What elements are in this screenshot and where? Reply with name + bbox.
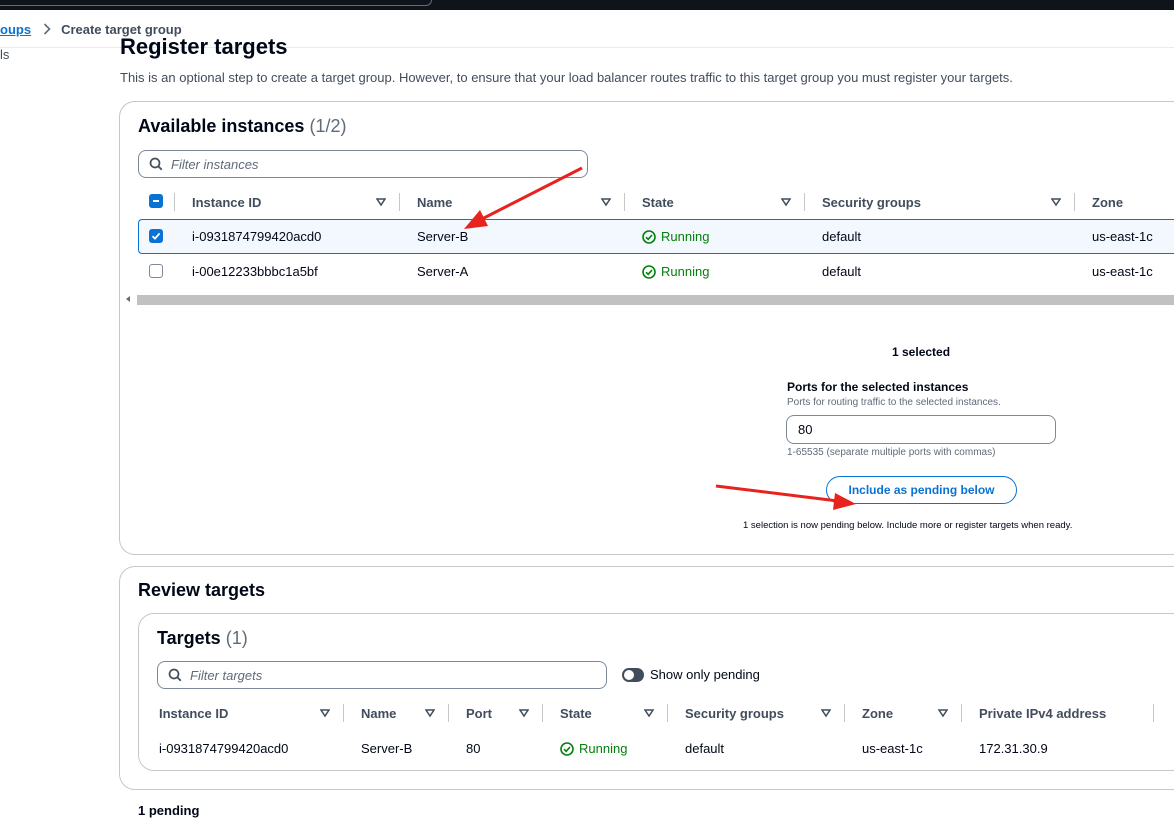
cell-security-group: default (822, 264, 862, 279)
sort-caret-icon[interactable] (519, 708, 529, 718)
scroll-left-arrow-icon[interactable] (126, 296, 130, 302)
page-title: Register targets (120, 38, 288, 64)
cell-zone: us-east-1c (1092, 229, 1153, 244)
column-separator (667, 704, 668, 722)
status-check-icon (560, 741, 574, 756)
breadcrumb-current: Create target group (61, 21, 182, 37)
cell-zone: us-east-1c (862, 741, 923, 756)
show-only-pending-label: Show only pending (650, 667, 760, 682)
col-header-name[interactable]: Name (361, 706, 396, 721)
row-checkbox-server-b[interactable] (149, 229, 163, 243)
select-all-checkbox[interactable] (149, 194, 163, 208)
status-running: Running (642, 229, 709, 244)
ports-input[interactable] (786, 415, 1056, 444)
col-header-state[interactable]: State (642, 195, 674, 210)
cell-name: Server-B (361, 741, 413, 756)
ports-description: Ports for routing traffic to the selecte… (787, 397, 1001, 408)
sort-caret-icon[interactable] (376, 197, 386, 207)
status-check-icon (642, 229, 656, 244)
page-description: This is an optional step to create a tar… (120, 70, 1013, 85)
col-header-name[interactable]: Name (417, 195, 452, 210)
sort-caret-icon[interactable] (781, 197, 791, 207)
available-instances-heading: Available instances (1/2) (138, 116, 346, 137)
column-separator (1074, 193, 1075, 211)
sort-caret-icon[interactable] (1051, 197, 1061, 207)
col-header-port[interactable]: Port (466, 706, 492, 721)
selected-count: 1 selected (892, 345, 951, 359)
column-separator (174, 193, 175, 211)
targets-count: (1) (225, 628, 248, 648)
sort-caret-icon[interactable] (425, 708, 435, 718)
targets-title: Targets (157, 628, 221, 648)
cell-instance-id: i-0931874799420acd0 (192, 229, 322, 244)
cell-security-group: default (685, 741, 725, 756)
ports-label: Ports for the selected instances (787, 380, 969, 394)
available-instances-count: (1/2) (309, 116, 347, 136)
column-separator (844, 704, 845, 722)
column-separator (804, 193, 805, 211)
pending-count: 1 pending (138, 803, 200, 818)
toggle-knob (624, 670, 634, 680)
filter-targets-search[interactable] (157, 661, 607, 689)
page-title-text: Register targets (120, 38, 288, 59)
show-only-pending-toggle[interactable] (622, 668, 644, 682)
filter-targets-input[interactable] (190, 667, 541, 683)
available-instances-title: Available instances (138, 116, 305, 136)
column-separator (961, 704, 962, 722)
pending-note: 1 selection is now pending below. Includ… (743, 520, 1073, 531)
filter-instances-search[interactable] (138, 150, 588, 178)
sort-caret-icon[interactable] (601, 197, 611, 207)
top-nav-bar (0, 0, 1174, 10)
ports-hint: 1-65535 (separate multiple ports with co… (787, 447, 996, 458)
chevron-right-icon (43, 23, 51, 35)
include-as-pending-button[interactable]: Include as pending below (826, 476, 1017, 504)
col-header-zone[interactable]: Zone (1092, 195, 1123, 210)
column-separator (448, 704, 449, 722)
breadcrumb: oups Create target group (0, 19, 182, 39)
col-header-state[interactable]: State (560, 706, 592, 721)
cell-private-ipv4: 172.31.30.9 (979, 741, 1048, 756)
col-header-private-ipv4[interactable]: Private IPv4 address (979, 706, 1106, 721)
sort-caret-icon[interactable] (938, 708, 948, 718)
cell-name: Server-B (417, 229, 469, 244)
breadcrumb-target-groups-link[interactable]: oups (0, 22, 31, 37)
status-label: Running (661, 229, 710, 244)
status-running: Running (560, 741, 627, 756)
column-separator (624, 193, 625, 211)
sort-caret-icon[interactable] (320, 708, 330, 718)
cell-port: 80 (466, 741, 481, 756)
search-icon (149, 157, 163, 171)
status-running: Running (642, 264, 709, 279)
col-header-security-groups[interactable]: Security groups (822, 195, 921, 210)
top-nav-search-edge (0, 0, 432, 6)
column-separator (343, 704, 344, 722)
cell-name: Server-A (417, 264, 469, 279)
cell-instance-id: i-0931874799420acd0 (159, 741, 289, 756)
search-icon (168, 668, 182, 682)
col-header-security-groups[interactable]: Security groups (685, 706, 784, 721)
column-separator (1153, 704, 1154, 722)
targets-heading: Targets (1) (157, 628, 248, 649)
column-separator (399, 193, 400, 211)
side-nav-fragment[interactable]: ls (0, 47, 9, 62)
sort-caret-icon[interactable] (644, 708, 654, 718)
column-separator (542, 704, 543, 722)
status-check-icon (642, 264, 656, 279)
row-checkbox-server-a[interactable] (149, 264, 163, 278)
filter-instances-input[interactable] (171, 156, 522, 172)
review-targets-heading: Review targets (138, 580, 266, 600)
cell-zone: us-east-1c (1092, 264, 1153, 279)
horizontal-scrollbar[interactable] (123, 293, 1174, 307)
cell-security-group: default (822, 229, 862, 244)
scrollbar-thumb[interactable] (137, 295, 1174, 305)
cell-instance-id: i-00e12233bbbc1a5bf (192, 264, 318, 279)
col-header-instance-id[interactable]: Instance ID (192, 195, 261, 210)
col-header-zone[interactable]: Zone (862, 706, 893, 721)
status-label: Running (661, 264, 710, 279)
status-label: Running (579, 741, 628, 756)
col-header-instance-id[interactable]: Instance ID (159, 706, 228, 721)
sort-caret-icon[interactable] (821, 708, 831, 718)
